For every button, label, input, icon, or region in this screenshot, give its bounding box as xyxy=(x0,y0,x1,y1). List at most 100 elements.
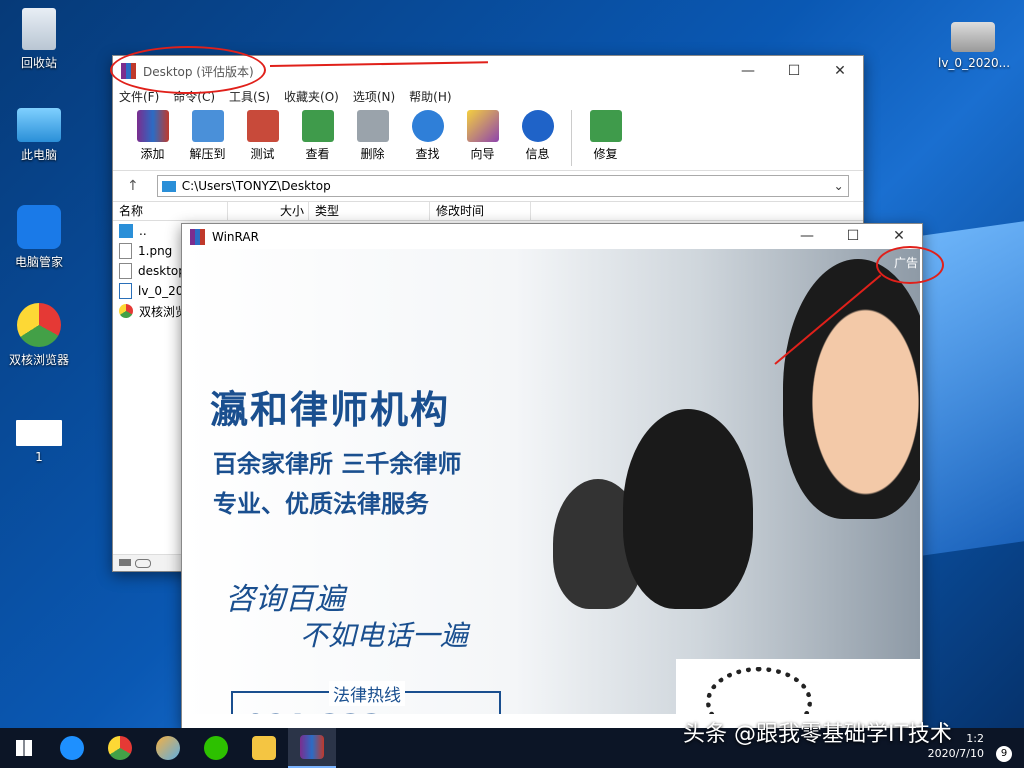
toolbar-label: 删除 xyxy=(360,147,385,161)
advert-line-2: 专业、优质法律服务 xyxy=(213,490,429,518)
col-size[interactable]: 大小 xyxy=(228,202,309,220)
hotline-label: 法律热线 xyxy=(329,681,405,706)
winrar-logo-icon xyxy=(300,735,324,759)
file-name: .. xyxy=(139,224,147,238)
file-name: 1.png xyxy=(138,244,173,258)
book-icon xyxy=(301,110,334,142)
advert-person-middle xyxy=(623,409,753,609)
winrar-logo-icon xyxy=(190,228,206,245)
desktop-icon-browser[interactable]: 双核浏览器 xyxy=(4,303,74,368)
desktop-folder-icon xyxy=(161,180,176,192)
browser-icon xyxy=(17,303,61,347)
start-button[interactable] xyxy=(0,728,48,768)
desktop-icon-label: 双核浏览器 xyxy=(8,353,69,367)
col-name[interactable]: 名称 xyxy=(113,202,228,220)
image-file-icon xyxy=(119,243,132,259)
qr-code-icon xyxy=(706,667,812,714)
taskbar-wechat[interactable] xyxy=(192,728,240,768)
menu-tools[interactable]: 工具(S) xyxy=(229,88,270,105)
taskbar-ie[interactable] xyxy=(48,728,96,768)
windows-logo-icon xyxy=(16,740,32,756)
advert-slogan-2: 不如电话一遍 xyxy=(300,619,469,652)
notification-badge[interactable]: 9 xyxy=(996,746,1012,762)
qr-code xyxy=(676,659,920,714)
col-modified[interactable]: 修改时间 xyxy=(430,202,531,220)
settings-file-icon xyxy=(119,263,132,279)
desktop-icon-file-1[interactable]: 1 xyxy=(4,420,74,464)
taskbar-paint[interactable] xyxy=(144,728,192,768)
close-button[interactable]: ✕ xyxy=(817,56,863,86)
ie-icon xyxy=(60,736,84,760)
ad-title-bar[interactable]: WinRAR — ☐ ✕ xyxy=(182,224,922,249)
computer-icon xyxy=(17,108,61,142)
folder-icon xyxy=(191,110,224,142)
repair-kit-icon xyxy=(589,110,622,142)
watermark: 头条 @跟我零基础学IT技术 xyxy=(683,722,952,747)
browser-icon xyxy=(108,736,132,760)
info-icon xyxy=(521,110,554,142)
toolbar-label: 解压到 xyxy=(189,147,226,161)
ad-window-title: WinRAR xyxy=(212,229,259,244)
magnifier-icon xyxy=(411,110,444,142)
menu-help[interactable]: 帮助(H) xyxy=(409,88,451,105)
maximize-button[interactable]: ☐ xyxy=(830,224,876,249)
paint-palette-icon xyxy=(156,736,180,760)
find-button[interactable]: 查找 xyxy=(400,106,455,162)
file-name: 双核浏览 xyxy=(139,304,188,319)
address-field[interactable]: C:\Users\TONYZ\Desktop ⌄ xyxy=(156,175,849,197)
toolbar-separator xyxy=(571,110,572,166)
col-type[interactable]: 类型 xyxy=(309,202,430,220)
desktop-icon-pc-manager[interactable]: 电脑管家 xyxy=(4,205,74,270)
toolbar-label: 信息 xyxy=(525,147,550,161)
desktop-icon-video[interactable]: lv_0_2020... xyxy=(938,22,1010,70)
add-button[interactable]: 添加 xyxy=(125,106,180,162)
advertisement-banner[interactable]: 瀛和律师机构 百余家律所 三千余律师 专业、优质法律服务 咨询百遍 不如电话一遍… xyxy=(183,249,920,714)
toolbar-label: 修复 xyxy=(593,147,618,161)
browser-icon xyxy=(119,304,133,318)
video-file-icon xyxy=(951,22,995,52)
image-file-icon xyxy=(16,420,62,446)
address-text: C:\Users\TONYZ\Desktop xyxy=(181,179,331,193)
delete-button[interactable]: 删除 xyxy=(345,106,400,162)
up-arrow-icon[interactable]: ↑ xyxy=(127,178,139,194)
test-button[interactable]: 测试 xyxy=(235,106,290,162)
chevron-down-icon[interactable]: ⌄ xyxy=(834,179,844,193)
annotation-circle-title xyxy=(110,46,266,94)
clipboard-check-icon xyxy=(246,110,279,142)
magic-wand-icon xyxy=(466,110,499,142)
advert-headline: 瀛和律师机构 xyxy=(210,388,451,432)
repair-button[interactable]: 修复 xyxy=(578,106,633,162)
key-icon xyxy=(135,559,151,568)
minimize-button[interactable]: — xyxy=(784,224,830,249)
toolbar-label: 查看 xyxy=(305,147,330,161)
taskbar-explorer[interactable] xyxy=(240,728,288,768)
toolbar-label: 添加 xyxy=(140,147,165,161)
clock-date[interactable]: 2020/7/10 xyxy=(928,747,984,760)
archive-add-icon xyxy=(136,110,169,142)
advert-slogan-1: 咨询百遍 xyxy=(225,582,345,617)
desktop-icon-label: 1 xyxy=(35,450,43,464)
video-file-icon xyxy=(119,283,132,299)
wizard-button[interactable]: 向导 xyxy=(455,106,510,162)
winrar-ad-window[interactable]: WinRAR — ☐ ✕ 瀛和律师机构 百余家律所 三千余律师 专业、优质法律服… xyxy=(181,223,923,729)
file-name: desktop xyxy=(138,264,186,278)
taskbar-browser[interactable] xyxy=(96,728,144,768)
desktop-icon-label: 电脑管家 xyxy=(14,255,63,269)
menu-favorites[interactable]: 收藏夹(O) xyxy=(284,88,339,105)
extract-to-button[interactable]: 解压到 xyxy=(180,106,235,162)
desktop-icon-this-pc[interactable]: 此电脑 xyxy=(4,108,74,163)
desktop-icon-label: 此电脑 xyxy=(20,148,57,162)
taskbar-winrar[interactable] xyxy=(288,728,336,768)
menu-options[interactable]: 选项(N) xyxy=(353,88,395,105)
desktop-icon-recycle-bin[interactable]: 回收站 xyxy=(4,8,74,71)
parent-folder-icon xyxy=(119,224,133,238)
view-button[interactable]: 查看 xyxy=(290,106,345,162)
info-button[interactable]: 信息 xyxy=(510,106,565,162)
address-bar: ↑ C:\Users\TONYZ\Desktop ⌄ xyxy=(113,171,863,202)
toolbar-label: 查找 xyxy=(415,147,440,161)
maximize-button[interactable]: ☐ xyxy=(771,56,817,86)
toolbar-label: 测试 xyxy=(250,147,275,161)
wechat-icon xyxy=(204,736,228,760)
recycle-bin-icon xyxy=(22,8,56,50)
minimize-button[interactable]: — xyxy=(725,56,771,86)
